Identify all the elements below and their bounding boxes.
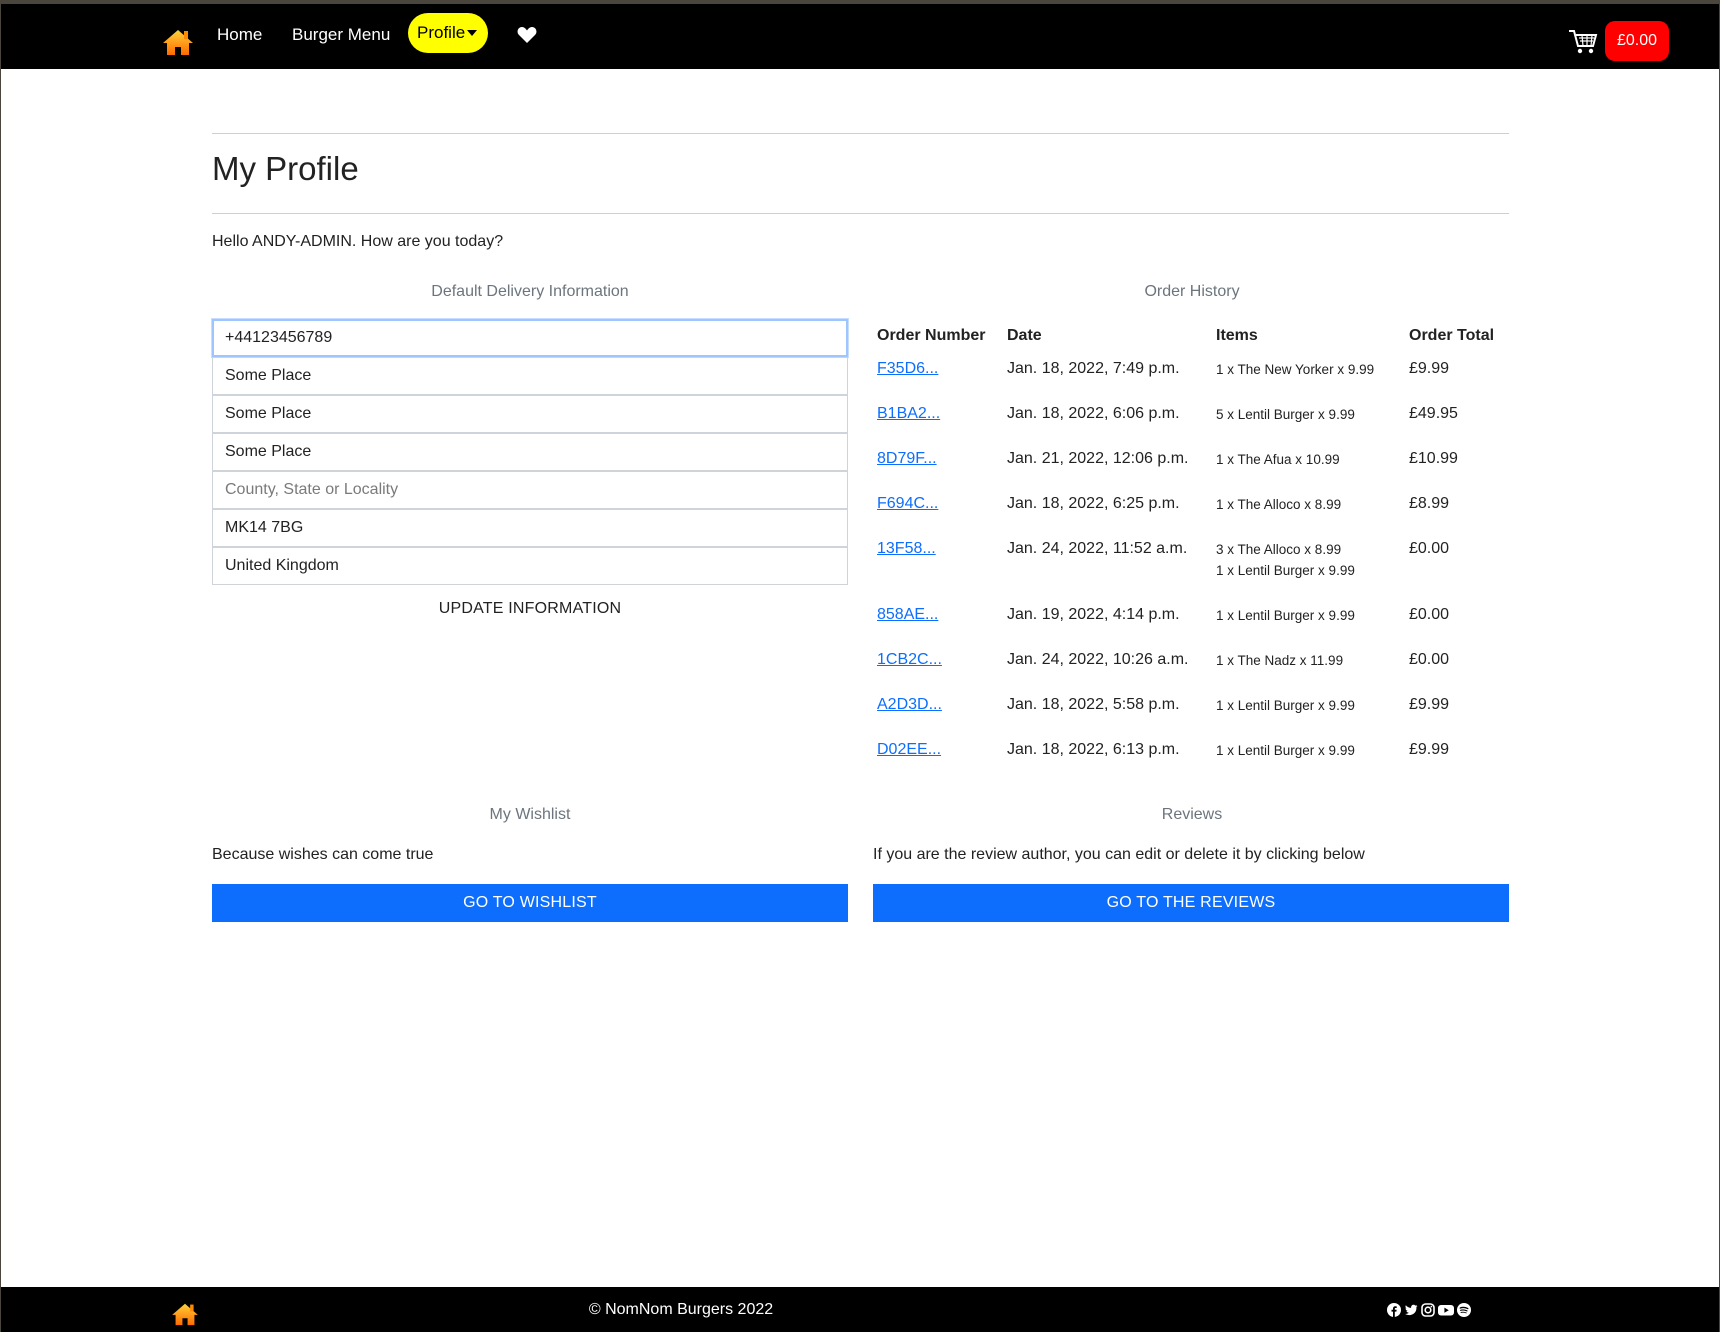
order-item: 5 x Lentil Burger x 9.99 (1216, 407, 1355, 422)
go-to-reviews-button[interactable]: GO TO THE REVIEWS (873, 884, 1509, 922)
cart-total-badge[interactable]: £0.00 (1605, 21, 1669, 61)
copyright-text: © NomNom Burgers 2022 (588, 1301, 774, 1318)
phone-number-field[interactable] (212, 319, 848, 357)
order-item: 1 x Lentil Burger x 9.99 (1216, 608, 1355, 623)
order-history-heading: Order History (1144, 283, 1240, 300)
column-header-order-number: Order Number (877, 327, 986, 344)
divider-bottom (212, 213, 1509, 214)
nav-home-link[interactable]: Home (217, 23, 262, 47)
order-number-link[interactable]: D02EE... (877, 741, 941, 759)
order-number-link[interactable]: 858AE... (877, 606, 938, 624)
order-date: Jan. 18, 2022, 6:25 p.m. (1007, 495, 1180, 512)
order-total: £49.95 (1409, 405, 1458, 422)
youtube-icon[interactable] (1438, 1303, 1454, 1317)
order-total: £9.99 (1409, 360, 1450, 377)
order-item: 1 x The Nadz x 11.99 (1216, 653, 1344, 668)
reviews-heading: Reviews (1161, 806, 1223, 823)
wishlist-description: Because wishes can come true (212, 846, 434, 863)
town-city-field[interactable] (212, 433, 848, 471)
reviews-description: If you are the review author, you can ed… (873, 846, 1365, 863)
column-header-date: Date (1007, 327, 1042, 344)
column-header-items: Items (1216, 327, 1258, 344)
twitter-icon[interactable] (1404, 1303, 1418, 1317)
order-date: Jan. 21, 2022, 12:06 p.m. (1007, 450, 1189, 467)
order-item: 1 x The Afua x 10.99 (1216, 452, 1340, 467)
chevron-down-icon (467, 30, 477, 36)
update-information-button[interactable]: UPDATE INFORMATION (212, 594, 848, 624)
order-date: Jan. 24, 2022, 10:26 a.m. (1007, 651, 1189, 668)
order-date: Jan. 18, 2022, 7:49 p.m. (1007, 360, 1180, 377)
order-total: £0.00 (1409, 540, 1450, 557)
order-item: 1 x The New Yorker x 9.99 (1216, 362, 1375, 377)
instagram-icon[interactable] (1421, 1303, 1435, 1317)
order-item: 1 x The Alloco x 8.99 (1216, 497, 1342, 512)
profile-dropdown-button[interactable]: Profile (408, 13, 488, 53)
greeting-text: Hello ANDY-ADMIN. How are you today? (212, 233, 504, 250)
shopping-cart-icon[interactable] (1568, 28, 1598, 56)
column-header-order-total: Order Total (1409, 327, 1495, 344)
county-field[interactable] (212, 471, 848, 509)
order-number-link[interactable]: A2D3D... (877, 696, 942, 714)
order-total: £9.99 (1409, 741, 1450, 758)
order-date: Jan. 18, 2022, 6:13 p.m. (1007, 741, 1180, 758)
divider-top (212, 133, 1509, 134)
order-number-link[interactable]: F35D6... (877, 360, 938, 378)
order-number-link[interactable]: 13F58... (877, 540, 936, 558)
page: Home Burger Menu Profile £0.00 My Profil… (1, 4, 1719, 1332)
street-address-2-field[interactable] (212, 395, 848, 433)
postcode-field[interactable] (212, 509, 848, 547)
facebook-icon[interactable] (1387, 1303, 1401, 1317)
order-date: Jan. 18, 2022, 5:58 p.m. (1007, 696, 1180, 713)
order-number-link[interactable]: 1CB2C... (877, 651, 942, 669)
order-total: £0.00 (1409, 651, 1450, 668)
order-number-link[interactable]: F694C... (877, 495, 938, 513)
country-field[interactable] (212, 547, 848, 585)
profile-label: Profile (417, 23, 466, 42)
order-item: 1 x Lentil Burger x 9.99 (1216, 563, 1355, 578)
order-date: Jan. 19, 2022, 4:14 p.m. (1007, 606, 1180, 623)
order-item: 3 x The Alloco x 8.99 (1216, 542, 1342, 557)
order-total: £8.99 (1409, 495, 1450, 512)
order-total: £9.99 (1409, 696, 1450, 713)
order-number-link[interactable]: B1BA2... (877, 405, 940, 423)
top-navbar: Home Burger Menu Profile £0.00 (1, 4, 1719, 69)
spotify-icon[interactable] (1457, 1303, 1471, 1317)
order-total: £10.99 (1409, 450, 1458, 467)
heart-icon[interactable] (517, 26, 537, 44)
delivery-heading: Default Delivery Information (431, 283, 629, 300)
order-item: 1 x Lentil Burger x 9.99 (1216, 743, 1355, 758)
order-number-link[interactable]: 8D79F... (877, 450, 937, 468)
home-icon[interactable] (162, 28, 194, 56)
footer: © NomNom Burgers 2022 (1, 1287, 1719, 1332)
street-address-1-field[interactable] (212, 357, 848, 395)
nav-burger-menu-link[interactable]: Burger Menu (292, 23, 390, 47)
order-date: Jan. 24, 2022, 11:52 a.m. (1007, 540, 1188, 557)
go-to-wishlist-button[interactable]: GO TO WISHLIST (212, 884, 848, 922)
order-item: 1 x Lentil Burger x 9.99 (1216, 698, 1355, 713)
wishlist-heading: My Wishlist (489, 806, 571, 823)
page-title: My Profile (212, 150, 359, 187)
order-date: Jan. 18, 2022, 6:06 p.m. (1007, 405, 1180, 422)
order-total: £0.00 (1409, 606, 1450, 623)
